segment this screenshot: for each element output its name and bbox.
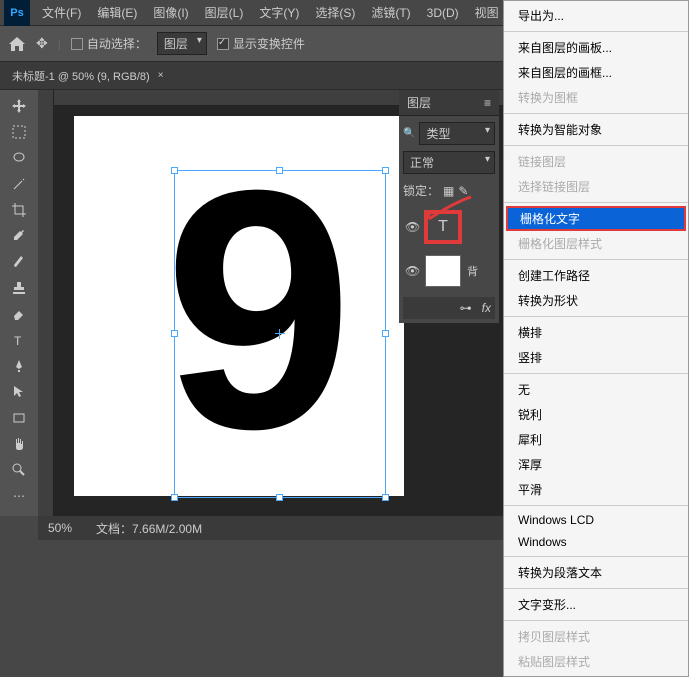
handle-icon[interactable]: [276, 167, 283, 174]
checkbox-icon[interactable]: [71, 38, 83, 50]
handle-icon[interactable]: [171, 494, 178, 501]
doc-info: 文档：7.66M/2.00M: [96, 520, 202, 537]
wand-tool[interactable]: [7, 172, 31, 196]
layer-name: 背: [467, 263, 478, 279]
transform-bounds[interactable]: [174, 170, 386, 498]
cm-horizontal[interactable]: 横排: [504, 320, 688, 345]
path-select-tool[interactable]: [7, 380, 31, 404]
cm-aa-sharp[interactable]: 锐利: [504, 402, 688, 427]
move-tool[interactable]: [7, 94, 31, 118]
zoom-level[interactable]: 50%: [48, 521, 72, 535]
menu-edit[interactable]: 编辑(E): [89, 0, 145, 26]
auto-select-label: 自动选择：: [87, 35, 147, 52]
menu-view[interactable]: 视图: [467, 0, 507, 26]
panel-tab-label: 图层: [407, 94, 431, 111]
target-dropdown[interactable]: 图层: [157, 32, 207, 55]
cm-rasterize-style: 栅格化图层样式: [504, 231, 688, 256]
brush-tool[interactable]: [7, 250, 31, 274]
checkbox-icon[interactable]: [217, 38, 229, 50]
cm-copy-style: 拷贝图层样式: [504, 624, 688, 649]
panel-tab-layers[interactable]: 图层 ≡: [399, 90, 499, 116]
visibility-icon[interactable]: 👁: [405, 220, 419, 234]
rect-tool[interactable]: [7, 406, 31, 430]
eraser-tool[interactable]: [7, 302, 31, 326]
handle-icon[interactable]: [382, 330, 389, 337]
menu-type[interactable]: 文字(Y): [251, 0, 307, 26]
cm-frame-from[interactable]: 来自图层的画框...: [504, 60, 688, 85]
move-icon: ✥: [36, 35, 48, 52]
link-icon[interactable]: ⊶: [460, 301, 472, 315]
zoom-tool[interactable]: [7, 458, 31, 482]
panel-footer: ⊶ fx: [403, 297, 495, 319]
stamp-tool[interactable]: [7, 276, 31, 300]
cm-to-paragraph[interactable]: 转换为段落文本: [504, 560, 688, 585]
close-icon[interactable]: ×: [158, 70, 164, 81]
cm-vertical[interactable]: 竖排: [504, 345, 688, 370]
cm-export[interactable]: 导出为...: [504, 3, 688, 28]
marquee-tool[interactable]: [7, 120, 31, 144]
cm-aa-crisp[interactable]: 犀利: [504, 427, 688, 452]
menu-file[interactable]: 文件(F): [34, 0, 89, 26]
pen-tool[interactable]: [7, 354, 31, 378]
cm-aa-strong[interactable]: 浑厚: [504, 452, 688, 477]
canvas[interactable]: 9: [74, 116, 404, 496]
annotation-arrow-icon: [423, 195, 473, 225]
show-transform-toggle[interactable]: 显示变换控件: [217, 35, 305, 52]
show-transform-label: 显示变换控件: [233, 35, 305, 52]
cm-aa-none[interactable]: 无: [504, 377, 688, 402]
cm-smart-object[interactable]: 转换为智能对象: [504, 117, 688, 142]
menu-select[interactable]: 选择(S): [307, 0, 363, 26]
document-title: 未标题-1 @ 50% (9, RGB/8): [12, 68, 150, 84]
menu-layer[interactable]: 图层(L): [197, 0, 252, 26]
lasso-tool[interactable]: [7, 146, 31, 170]
cm-to-frame: 转换为图框: [504, 85, 688, 110]
auto-select-toggle[interactable]: 自动选择：: [71, 35, 147, 52]
search-icon: 🔍: [403, 128, 415, 139]
toolbox: T ⋯: [0, 90, 38, 516]
layer-thumb[interactable]: [425, 255, 461, 287]
type-tool[interactable]: T: [7, 328, 31, 352]
hand-tool[interactable]: [7, 432, 31, 456]
cm-link-layer: 链接图层: [504, 149, 688, 174]
cm-windows-lcd[interactable]: Windows LCD: [504, 509, 688, 531]
cm-rasterize-type[interactable]: 栅格化文字: [506, 206, 686, 231]
crop-tool[interactable]: [7, 198, 31, 222]
filter-dropdown[interactable]: 类型: [419, 122, 495, 145]
cm-work-path[interactable]: 创建工作路径: [504, 263, 688, 288]
cm-select-linked: 选择链接图层: [504, 174, 688, 199]
menu-image[interactable]: 图像(I): [145, 0, 196, 26]
visibility-icon[interactable]: 👁: [405, 264, 419, 278]
svg-text:T: T: [14, 334, 22, 348]
center-icon: [275, 329, 285, 339]
blend-dropdown[interactable]: 正常: [403, 151, 495, 174]
cm-to-shape[interactable]: 转换为形状: [504, 288, 688, 313]
fx-icon[interactable]: fx: [482, 301, 491, 315]
menu-3d[interactable]: 3D(D): [419, 0, 467, 26]
panel-menu-icon[interactable]: ≡: [484, 96, 491, 110]
cm-aa-smooth[interactable]: 平滑: [504, 477, 688, 502]
layer-row-bg[interactable]: 👁 背: [403, 251, 495, 291]
handle-icon[interactable]: [276, 494, 283, 501]
handle-icon[interactable]: [382, 494, 389, 501]
cm-artboard-from[interactable]: 来自图层的画板...: [504, 35, 688, 60]
handle-icon[interactable]: [171, 167, 178, 174]
cm-windows[interactable]: Windows: [504, 531, 688, 553]
app-logo: Ps: [4, 0, 30, 26]
cm-warp-text[interactable]: 文字变形...: [504, 592, 688, 617]
menu-filter[interactable]: 滤镜(T): [363, 0, 418, 26]
home-icon[interactable]: [8, 36, 26, 52]
handle-icon[interactable]: [171, 330, 178, 337]
handle-icon[interactable]: [382, 167, 389, 174]
more-tool[interactable]: ⋯: [7, 484, 31, 508]
context-menu: 导出为... 来自图层的画板... 来自图层的画框... 转换为图框 转换为智能…: [503, 0, 689, 677]
eyedropper-tool[interactable]: [7, 224, 31, 248]
cm-paste-style: 粘贴图层样式: [504, 649, 688, 674]
ruler-vertical: [38, 90, 54, 516]
